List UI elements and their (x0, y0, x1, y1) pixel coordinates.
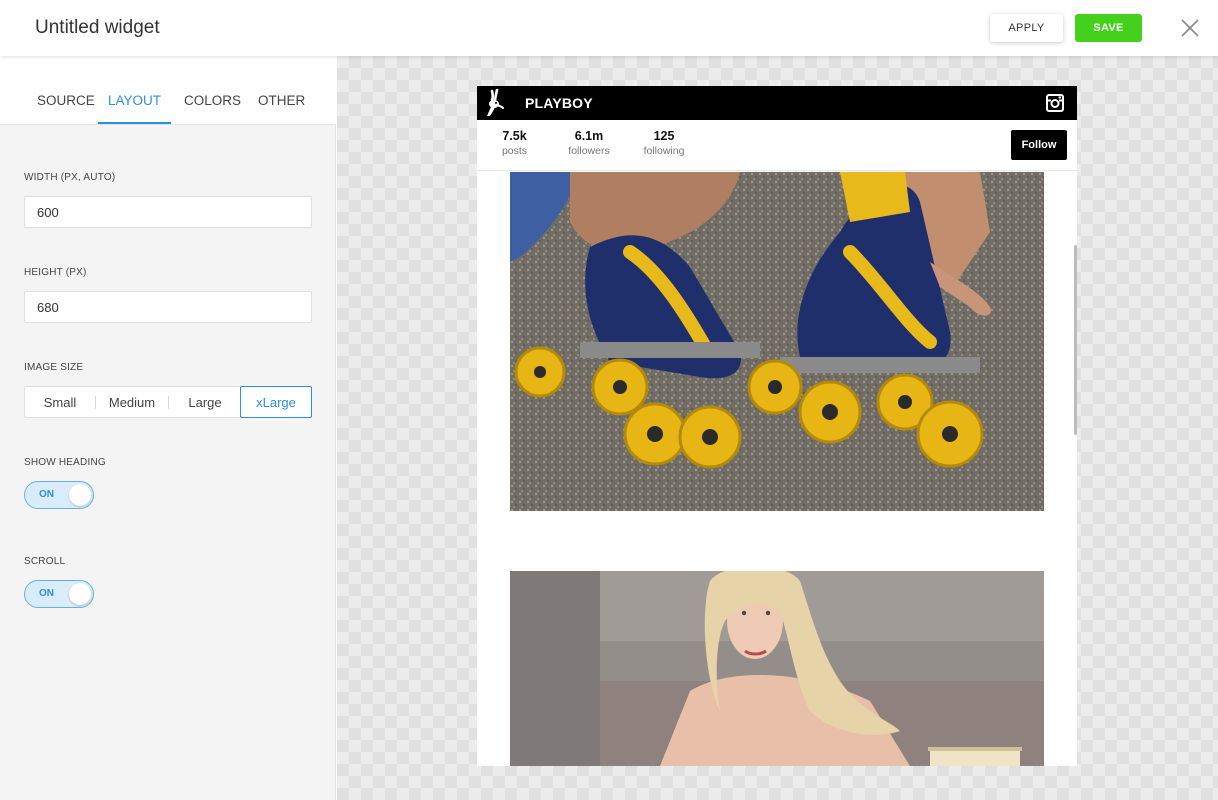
image-size-selector: Small Medium Large xLarge (24, 386, 312, 418)
instagram-feed-widget: PLAYBOY 7.5k posts 6.1m followers 125 fo… (477, 86, 1077, 766)
tab-other[interactable]: OTHER (258, 93, 305, 124)
width-label: WIDTH (PX, AUTO) (24, 172, 116, 183)
stat-followers: 6.1m followers (564, 129, 614, 157)
stat-value: 125 (653, 129, 675, 143)
tab-layout[interactable]: LAYOUT (98, 93, 171, 124)
close-icon[interactable] (1178, 16, 1202, 40)
settings-sidebar: SOURCE LAYOUT COLORS OTHER WIDTH (PX, AU… (0, 56, 336, 800)
apply-button[interactable]: APPLY (990, 14, 1063, 42)
toggle-knob (69, 484, 91, 506)
width-input[interactable]: 600 (24, 196, 312, 228)
feed-photo[interactable] (510, 571, 1044, 766)
tab-source[interactable]: SOURCE (37, 93, 95, 124)
playboy-bunny-logo (483, 88, 507, 122)
stat-label: posts (501, 145, 528, 157)
feed-photo[interactable] (510, 172, 1044, 511)
height-label: HEIGHT (PX) (24, 267, 87, 278)
save-button[interactable]: SAVE (1075, 14, 1142, 42)
toggle-state: ON (39, 588, 54, 599)
stat-label: following (643, 145, 685, 157)
stat-following: 125 following (640, 129, 688, 157)
scroll-label: SCROLL (24, 556, 66, 567)
stat-value: 6.1m (574, 129, 604, 143)
account-name[interactable]: PLAYBOY (525, 95, 593, 111)
feed-header: PLAYBOY (477, 86, 1077, 120)
image-size-large[interactable]: Large (169, 387, 241, 417)
profile-stats: 7.5k posts 6.1m followers 125 following … (477, 120, 1077, 171)
show-heading-toggle[interactable]: ON (24, 481, 94, 509)
stat-posts: 7.5k posts (497, 129, 532, 157)
scroll-toggle[interactable]: ON (24, 580, 94, 608)
show-heading-label: SHOW HEADING (24, 457, 106, 468)
follow-button[interactable]: Follow (1011, 130, 1067, 160)
widget-title[interactable]: Untitled widget (35, 17, 160, 39)
settings-tabs: SOURCE LAYOUT COLORS OTHER (0, 56, 336, 125)
image-size-medium[interactable]: Medium (96, 387, 168, 417)
image-size-xlarge[interactable]: xLarge (240, 386, 312, 418)
feed-scrollbar[interactable] (1074, 245, 1077, 435)
tab-colors[interactable]: COLORS (184, 93, 241, 124)
toggle-knob (69, 583, 91, 605)
instagram-icon[interactable] (1046, 94, 1064, 117)
image-size-label: IMAGE SIZE (24, 362, 84, 373)
height-input[interactable]: 680 (24, 291, 312, 323)
top-bar: Untitled widget APPLY SAVE (0, 0, 1218, 56)
toggle-state: ON (39, 489, 54, 500)
stat-label: followers (568, 145, 610, 157)
image-size-small[interactable]: Small (25, 387, 95, 417)
stat-value: 7.5k (502, 129, 527, 143)
